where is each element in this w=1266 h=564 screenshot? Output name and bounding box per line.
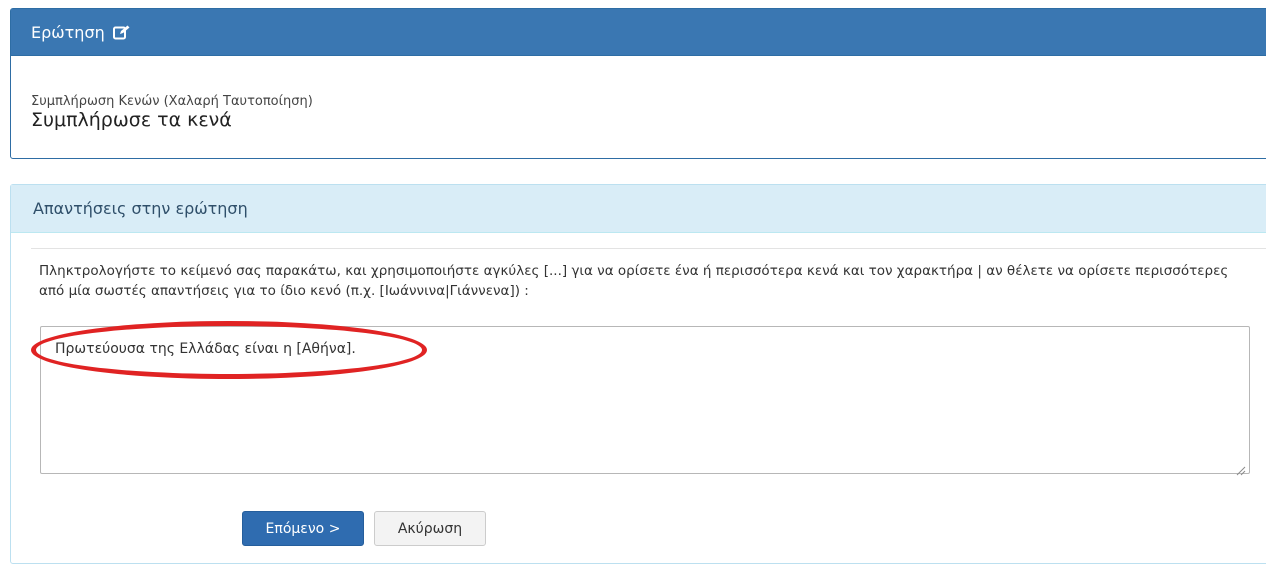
question-type-label: Συμπλήρωση Κενών (Χαλαρή Ταυτοποίηση) — [31, 94, 313, 109]
next-button[interactable]: Επόμενο > — [242, 511, 364, 546]
resize-grip-icon[interactable] — [1236, 461, 1246, 480]
question-panel-heading: Ερώτηση — [11, 9, 1266, 56]
answer-textarea[interactable]: Πρωτεύουσα της Ελλάδας είναι η [Αθήνα]. — [40, 326, 1250, 474]
edit-icon[interactable] — [112, 25, 130, 40]
answers-panel-title: Απαντήσεις στην ερώτηση — [11, 185, 1266, 233]
question-text: Συμπλήρωσε τα κενά — [31, 109, 232, 131]
question-panel: Ερώτηση Συμπλήρωση Κενών (Χαλαρή Ταυτοπο… — [10, 8, 1266, 159]
answers-panel: Απαντήσεις στην ερώτηση Πληκτρολογήστε τ… — [10, 184, 1266, 564]
instructions-text: Πληκτρολογήστε το κείμενό σας παρακάτω, … — [39, 263, 1229, 299]
divider — [31, 248, 1266, 249]
cancel-button[interactable]: Ακύρωση — [374, 511, 486, 546]
question-panel-title: Ερώτηση — [31, 22, 105, 42]
